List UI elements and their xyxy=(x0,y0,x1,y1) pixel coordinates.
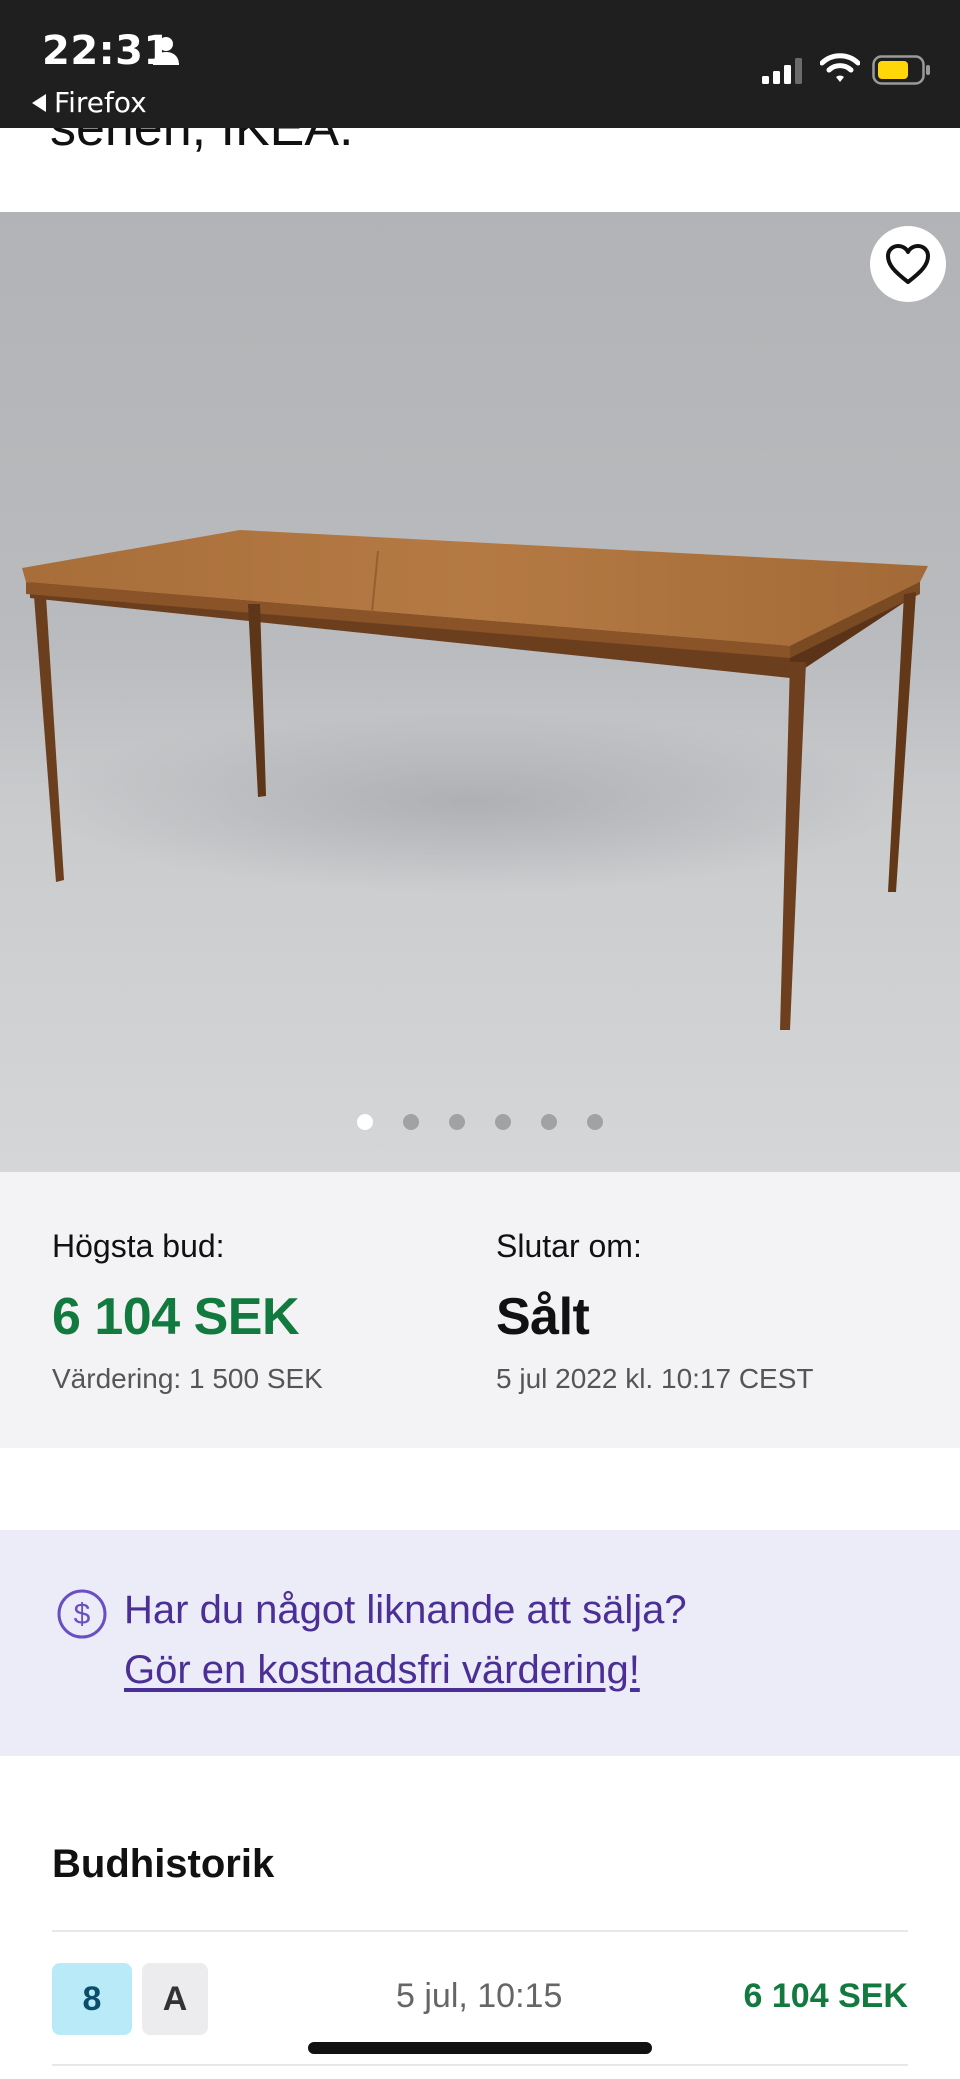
status-bar: 22:31 Firefox xyxy=(0,0,960,128)
divider xyxy=(52,1930,908,1932)
bid-time: 5 jul, 10:15 xyxy=(396,1977,563,2015)
bid-count-badge: 8 xyxy=(52,1963,132,2035)
highest-bid-label: Högsta bud: xyxy=(52,1228,225,1264)
wifi-icon xyxy=(820,53,860,82)
pagination-dot[interactable] xyxy=(449,1114,465,1130)
listing-title-container: serien, IKEA. xyxy=(0,128,960,212)
pagination-dot[interactable] xyxy=(587,1114,603,1130)
divider xyxy=(52,2064,908,2066)
signal-icon xyxy=(762,58,802,84)
product-image-gallery[interactable] xyxy=(0,212,960,1172)
highest-bid-block: Högsta bud: 6 104 SEK Värdering: 1 500 S… xyxy=(52,1228,323,1395)
dollar-circle-icon: $ xyxy=(57,1589,107,1639)
person-icon xyxy=(153,37,179,65)
pagination-dot[interactable] xyxy=(541,1114,557,1130)
pagination-dot[interactable] xyxy=(403,1114,419,1130)
svg-text:$: $ xyxy=(74,1598,91,1631)
free-valuation-link[interactable]: Gör en kostnadsfri värdering! xyxy=(124,1648,640,1693)
bidder-badge: A xyxy=(142,1963,208,2035)
battery-icon xyxy=(872,55,930,85)
valuation-text: Värdering: 1 500 SEK xyxy=(52,1363,323,1394)
home-indicator[interactable] xyxy=(308,2042,652,2054)
pagination-dot[interactable] xyxy=(495,1114,511,1130)
heart-outline-icon xyxy=(886,244,930,284)
bid-amount: 6 104 SEK xyxy=(743,1977,908,2015)
pagination-dot[interactable] xyxy=(357,1114,373,1130)
back-to-app-link[interactable]: Firefox xyxy=(32,86,147,119)
gallery-pagination xyxy=(0,1114,960,1130)
favorite-button[interactable] xyxy=(870,226,946,302)
product-photo-table xyxy=(22,530,928,1030)
back-arrow-icon xyxy=(32,93,46,112)
ends-block: Slutar om: Sålt 5 jul 2022 kl. 10:17 CES… xyxy=(496,1228,814,1395)
bid-history-heading: Budhistorik xyxy=(52,1842,275,1886)
bid-history-row: 8 A 5 jul, 10:15 6 104 SEK xyxy=(52,1963,908,2035)
highest-bid-value: 6 104 SEK xyxy=(52,1288,299,1346)
sell-banner: $ Har du något liknande att sälja? Gör e… xyxy=(0,1530,960,1756)
listing-title: serien, IKEA. xyxy=(50,128,354,157)
back-app-label: Firefox xyxy=(54,86,147,119)
ended-at-text: 5 jul 2022 kl. 10:17 CEST xyxy=(496,1363,814,1394)
sell-question: Har du något liknande att sälja? xyxy=(124,1588,687,1632)
status-value: Sålt xyxy=(496,1288,590,1346)
ends-label: Slutar om: xyxy=(496,1228,642,1264)
price-panel: Högsta bud: 6 104 SEK Värdering: 1 500 S… xyxy=(0,1172,960,1448)
